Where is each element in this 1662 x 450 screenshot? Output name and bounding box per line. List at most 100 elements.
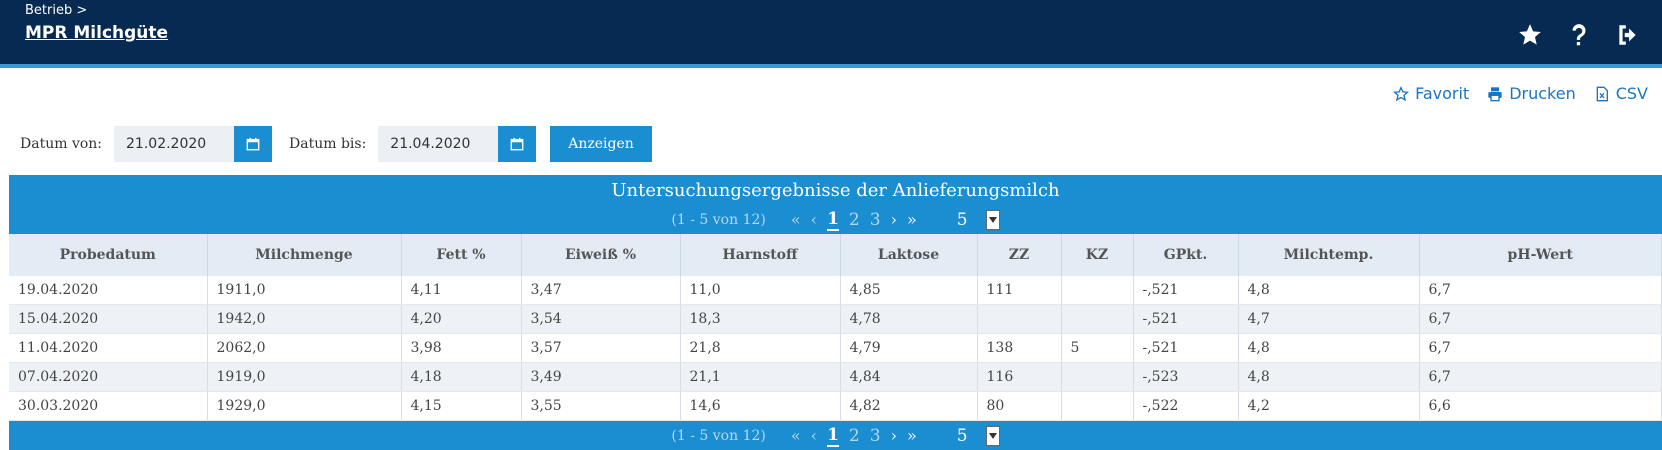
table-cell: 2062,0 <box>207 333 402 363</box>
table-row: 15.04.2020 1942,0 4,20 3,54 18,3 4,78 -,521 4,7… <box>9 304 1662 334</box>
table-cell: 4,15 <box>401 391 522 421</box>
page-link[interactable]: 2 <box>849 426 860 446</box>
action-links: Favorit Drucken CSV <box>1393 84 1648 103</box>
page-link[interactable]: 1 <box>827 209 839 231</box>
prev-page-icon[interactable]: ‹ <box>811 426 817 445</box>
page-size-dropdown[interactable] <box>985 209 1000 230</box>
table-cell: 1942,0 <box>207 304 402 334</box>
favorite-label: Favorit <box>1415 84 1470 103</box>
logout-icon[interactable] <box>1613 20 1643 50</box>
breadcrumb[interactable]: Betrieb > <box>25 3 87 18</box>
table-cell: 6,6 <box>1419 391 1662 421</box>
table-cell <box>1061 391 1134 421</box>
table-cell: 3,98 <box>401 333 522 363</box>
page-link[interactable]: 3 <box>870 426 881 446</box>
table-cell: 4,84 <box>840 362 978 392</box>
star-icon[interactable] <box>1515 20 1545 50</box>
table-cell: 6,7 <box>1419 304 1662 334</box>
table-row: 19.04.2020 1911,0 4,11 3,47 11,0 4,85 111 -,521… <box>9 276 1662 305</box>
column-header[interactable]: Fett % <box>401 234 522 276</box>
table-cell: 07.04.2020 <box>9 362 208 392</box>
table-cell: 1919,0 <box>207 362 402 392</box>
table-cell: 19.04.2020 <box>9 276 208 305</box>
date-from-label: Datum von: <box>20 136 103 152</box>
csv-label: CSV <box>1615 84 1648 103</box>
table-cell: 4,8 <box>1238 276 1420 305</box>
date-to-calendar-button[interactable] <box>498 126 537 162</box>
page-link[interactable]: 3 <box>870 210 881 230</box>
date-to-group: Datum bis: <box>289 126 537 162</box>
table-cell: 138 <box>977 333 1062 363</box>
page-size-value[interactable]: 5 <box>957 210 968 230</box>
print-link[interactable]: Drucken <box>1487 84 1576 103</box>
table-cell: 3,54 <box>521 304 681 334</box>
table-cell: 80 <box>977 391 1062 421</box>
table-cell: -,521 <box>1133 333 1239 363</box>
table-cell: 11,0 <box>680 276 841 305</box>
table-cell: 4,8 <box>1238 333 1420 363</box>
table-cell: 21,8 <box>680 333 841 363</box>
column-header[interactable]: Laktose <box>840 234 978 276</box>
table-cell: 5 <box>1061 333 1134 363</box>
table-cell: 3,47 <box>521 276 681 305</box>
table-cell: 4,7 <box>1238 304 1420 334</box>
table-cell: 4,79 <box>840 333 978 363</box>
date-to-label: Datum bis: <box>289 136 367 152</box>
table-cell: 11.04.2020 <box>9 333 208 363</box>
table-cell: 18,3 <box>680 304 841 334</box>
column-header[interactable]: GPkt. <box>1133 234 1239 276</box>
column-header[interactable]: KZ <box>1061 234 1134 276</box>
last-page-icon[interactable]: » <box>907 210 917 229</box>
table-cell: 4,11 <box>401 276 522 305</box>
next-page-icon[interactable]: › <box>891 210 897 229</box>
csv-link[interactable]: CSV <box>1594 84 1648 103</box>
first-page-icon[interactable]: « <box>791 426 801 445</box>
top-header: Betrieb > MPR Milchgüte <box>0 0 1662 68</box>
star-outline-icon <box>1393 85 1410 101</box>
page-size-dropdown[interactable] <box>985 425 1000 446</box>
column-header[interactable]: Milchmenge <box>207 234 402 276</box>
table-cell: 21,1 <box>680 362 841 392</box>
table-cell <box>977 304 1062 334</box>
next-page-icon[interactable]: › <box>891 426 897 445</box>
page-size-value[interactable]: 5 <box>957 426 968 446</box>
page-link[interactable]: 1 <box>827 425 839 447</box>
print-icon <box>1488 86 1502 101</box>
first-page-icon[interactable]: « <box>791 210 801 229</box>
date-from-input[interactable] <box>114 126 235 162</box>
page-link[interactable]: 2 <box>849 210 860 230</box>
last-page-icon[interactable]: » <box>907 426 917 445</box>
table-cell: 4,8 <box>1238 362 1420 392</box>
column-header[interactable]: pH-Wert <box>1419 234 1662 276</box>
table-cell: 4,18 <box>401 362 522 392</box>
column-header[interactable]: Milchtemp. <box>1238 234 1420 276</box>
pager-top: (1 - 5 von 12) « ‹ 1 2 3 › » 5 <box>9 205 1662 234</box>
results-table: Probedatum Milchmenge Fett % Eiweiß % Harnst… <box>9 234 1662 421</box>
column-header[interactable]: Harnstoff <box>680 234 841 276</box>
table-cell: 1911,0 <box>207 276 402 305</box>
column-header[interactable]: Eiweiß % <box>521 234 681 276</box>
table-cell: 6,7 <box>1419 362 1662 392</box>
favorite-link[interactable]: Favorit <box>1393 84 1469 103</box>
date-from-calendar-button[interactable] <box>234 126 273 162</box>
table-cell: 15.04.2020 <box>9 304 208 334</box>
help-icon[interactable] <box>1564 20 1594 50</box>
column-header[interactable]: ZZ <box>977 234 1062 276</box>
table-cell: 3,55 <box>521 391 681 421</box>
show-button[interactable]: Anzeigen <box>550 126 652 162</box>
table-cell: 4,2 <box>1238 391 1420 421</box>
page-title[interactable]: MPR Milchgüte <box>25 23 168 43</box>
chevron-down-icon <box>988 216 997 223</box>
table-cell: 111 <box>977 276 1062 305</box>
prev-page-icon[interactable]: ‹ <box>811 210 817 229</box>
column-header[interactable]: Probedatum <box>9 234 208 276</box>
table-cell: 3,49 <box>521 362 681 392</box>
table-row: 11.04.2020 2062,0 3,98 3,57 21,8 4,79 138 5 -,52… <box>9 333 1662 363</box>
table-cell: 4,85 <box>840 276 978 305</box>
table-cell: 6,7 <box>1419 333 1662 363</box>
chevron-down-icon <box>988 432 997 439</box>
pager-info: (1 - 5 von 12) <box>671 427 766 444</box>
table-cell: 4,20 <box>401 304 522 334</box>
date-to-input[interactable] <box>378 126 499 162</box>
table-cell <box>1061 362 1134 392</box>
